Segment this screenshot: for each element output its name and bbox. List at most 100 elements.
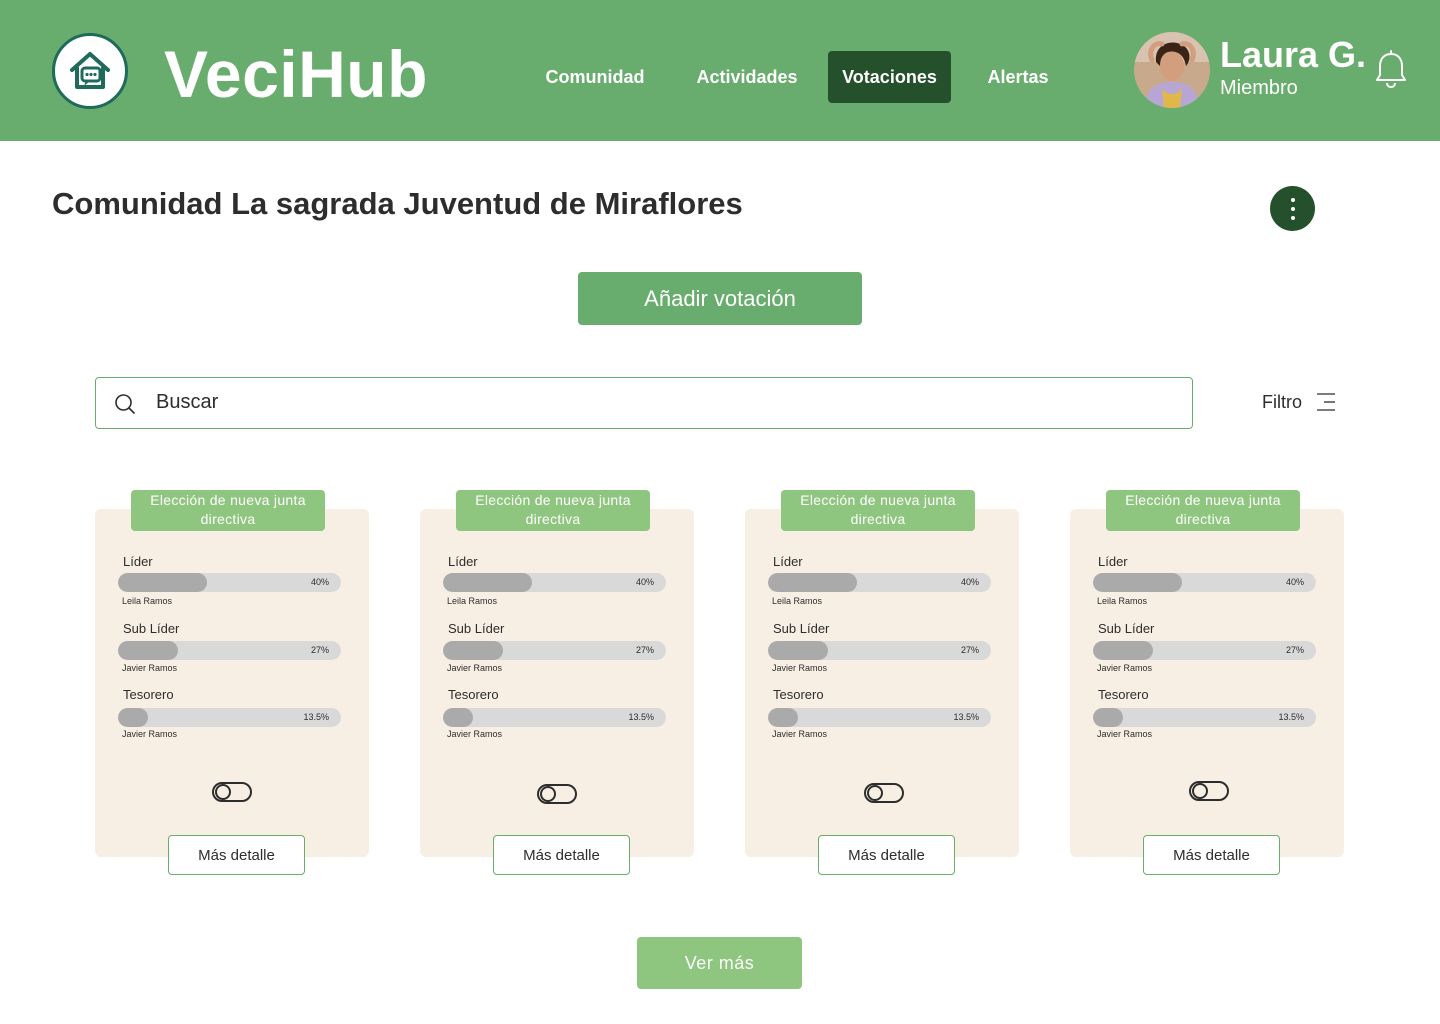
progress-bar: 40% [1093, 573, 1316, 592]
vote-toggle[interactable] [212, 782, 252, 802]
progress-fill [443, 708, 474, 727]
percent-label: 40% [960, 577, 979, 587]
position-label: Tesorero [773, 687, 824, 702]
position-label: Líder [448, 554, 478, 569]
add-vote-button[interactable]: Añadir votación [578, 272, 862, 325]
candidate-name: Leila Ramos [447, 596, 498, 606]
progress-bar: 13.5% [1093, 708, 1316, 727]
house-chat-logo-icon[interactable] [52, 33, 128, 109]
user-name: Laura G. [1220, 34, 1367, 75]
position-label: Líder [773, 554, 803, 569]
progress-bar: 40% [768, 573, 991, 592]
progress-bar: 13.5% [118, 708, 341, 727]
progress-fill [1093, 573, 1183, 592]
avatar[interactable] [1134, 32, 1210, 108]
percent-label: 27% [1285, 645, 1304, 655]
candidate-name: Leila Ramos [1097, 596, 1148, 606]
percent-label: 13.5% [628, 712, 654, 722]
nav-votaciones[interactable]: Votaciones [828, 51, 951, 103]
percent-label: 27% [960, 645, 979, 655]
card-tag: Elección de nueva junta directiva [1106, 490, 1300, 531]
candidate-name: Javier Ramos [122, 729, 178, 739]
candidate-name: Javier Ramos [447, 663, 503, 673]
vote-card-body: Líder 40% Leila Ramos Sub Líder 27% Javi… [95, 509, 369, 857]
nav-comunidad[interactable]: Comunidad [530, 51, 660, 103]
candidate-name: Javier Ramos [1097, 663, 1153, 673]
nav-actividades[interactable]: Actividades [680, 51, 814, 103]
top-header: VeciHub Comunidad Actividades Votaciones… [0, 0, 1440, 141]
candidate-name: Javier Ramos [772, 729, 828, 739]
progress-fill [118, 573, 208, 592]
candidate-name: Javier Ramos [772, 663, 828, 673]
progress-bar: 27% [443, 641, 666, 660]
vote-card-body: Líder 40% Leila Ramos Sub Líder 27% Javi… [420, 509, 694, 857]
position-label: Líder [1098, 554, 1128, 569]
percent-label: 27% [310, 645, 329, 655]
vote-card: Líder 40% Leila Ramos Sub Líder 27% Javi… [95, 490, 369, 876]
percent-label: 40% [635, 577, 654, 587]
position-label: Tesorero [123, 687, 174, 702]
card-tag: Elección de nueva junta directiva [781, 490, 975, 531]
search-bar [95, 377, 1193, 429]
position-label: Sub Líder [448, 621, 505, 636]
vote-toggle[interactable] [1189, 781, 1229, 801]
position-label: Sub Líder [1098, 621, 1155, 636]
progress-bar: 40% [443, 573, 666, 592]
percent-label: 13.5% [1278, 712, 1304, 722]
progress-bar: 13.5% [443, 708, 666, 727]
position-label: Líder [123, 554, 153, 569]
filter-button[interactable]: Filtro [1262, 386, 1336, 418]
progress-fill [768, 641, 829, 660]
vote-toggle[interactable] [537, 784, 577, 804]
progress-fill [118, 708, 149, 727]
vote-card: Líder 40% Leila Ramos Sub Líder 27% Javi… [745, 490, 1019, 876]
position-label: Sub Líder [773, 621, 830, 636]
more-detail-button[interactable]: Más detalle [818, 835, 955, 875]
user-role: Miembro [1220, 77, 1298, 99]
nav-alertas[interactable]: Alertas [970, 51, 1066, 103]
see-more-button[interactable]: Ver más [637, 937, 802, 989]
kebab-menu-icon[interactable] [1270, 186, 1315, 231]
brand-name[interactable]: VeciHub [164, 34, 428, 114]
percent-label: 40% [1285, 577, 1304, 587]
vote-card-body: Líder 40% Leila Ramos Sub Líder 27% Javi… [745, 509, 1019, 857]
percent-label: 27% [635, 645, 654, 655]
more-detail-button[interactable]: Más detalle [168, 835, 305, 875]
filter-icon [1317, 393, 1335, 411]
progress-bar: 27% [118, 641, 341, 660]
more-detail-button[interactable]: Más detalle [1143, 835, 1280, 875]
percent-label: 13.5% [303, 712, 329, 722]
progress-bar: 27% [1093, 641, 1316, 660]
more-detail-button[interactable]: Más detalle [493, 835, 630, 875]
candidate-name: Javier Ramos [447, 729, 503, 739]
card-tag: Elección de nueva junta directiva [456, 490, 650, 531]
candidate-name: Leila Ramos [772, 596, 823, 606]
candidate-name: Javier Ramos [122, 663, 178, 673]
vote-card-body: Líder 40% Leila Ramos Sub Líder 27% Javi… [1070, 509, 1344, 857]
bell-icon[interactable] [1374, 50, 1408, 90]
position-label: Tesorero [448, 687, 499, 702]
progress-fill [768, 708, 799, 727]
progress-bar: 40% [118, 573, 341, 592]
position-label: Tesorero [1098, 687, 1149, 702]
search-icon [115, 394, 135, 414]
candidate-name: Leila Ramos [122, 596, 173, 606]
filter-label: Filtro [1262, 391, 1302, 412]
search-input[interactable] [156, 378, 1156, 427]
percent-label: 13.5% [953, 712, 979, 722]
progress-fill [1093, 708, 1124, 727]
vote-card: Líder 40% Leila Ramos Sub Líder 27% Javi… [1070, 490, 1344, 876]
progress-bar: 13.5% [768, 708, 991, 727]
progress-fill [443, 573, 533, 592]
percent-label: 40% [310, 577, 329, 587]
vote-toggle[interactable] [864, 783, 904, 803]
progress-fill [118, 641, 179, 660]
position-label: Sub Líder [123, 621, 180, 636]
progress-fill [1093, 641, 1154, 660]
card-tag: Elección de nueva junta directiva [131, 490, 325, 531]
candidate-name: Javier Ramos [1097, 729, 1153, 739]
progress-bar: 27% [768, 641, 991, 660]
vote-card: Líder 40% Leila Ramos Sub Líder 27% Javi… [420, 490, 694, 876]
page-title: Comunidad La sagrada Juventud de Miraflo… [52, 186, 743, 221]
progress-fill [443, 641, 504, 660]
